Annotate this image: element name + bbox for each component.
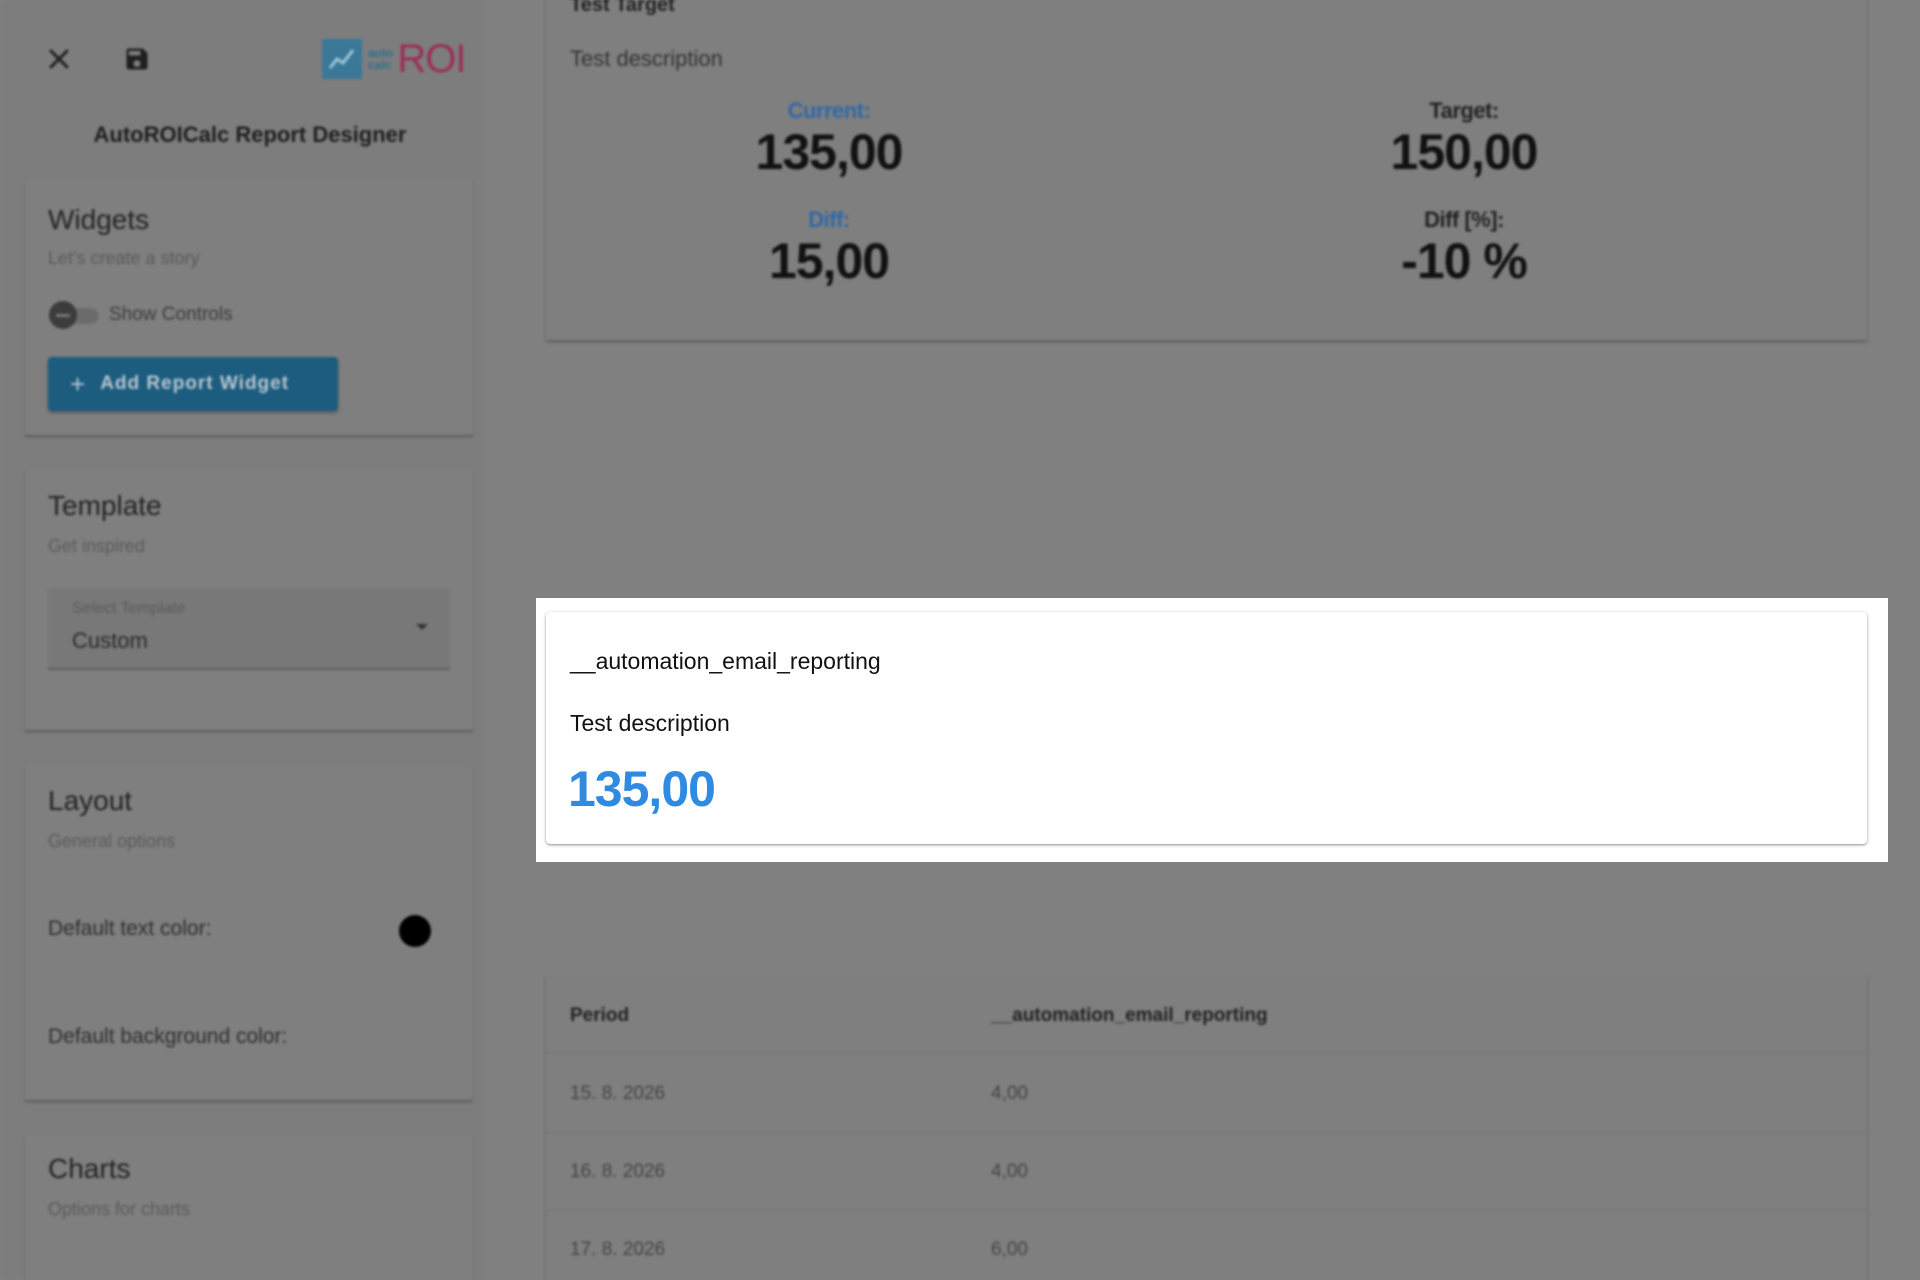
layout-title: Layout bbox=[48, 785, 133, 816]
current-metric: Current: 135,00 bbox=[669, 98, 989, 180]
table-header-row: Period __automation_email_reporting bbox=[546, 975, 1867, 1053]
layout-card: Layout General options Default text colo… bbox=[25, 765, 473, 1100]
table-widget[interactable]: Period __automation_email_reporting 15. … bbox=[546, 975, 1867, 1280]
diff-metric: Diff: 15,00 bbox=[669, 207, 989, 289]
table-cell-value: 4,00 bbox=[991, 1161, 1028, 1182]
show-controls-toggle[interactable] bbox=[47, 300, 103, 330]
table-cell-period: 16. 8. 2026 bbox=[570, 1161, 666, 1182]
logo-big-text: ROI bbox=[397, 36, 466, 81]
template-select-label: Select Template bbox=[72, 600, 186, 617]
default-text-color-swatch[interactable] bbox=[399, 915, 431, 947]
target-widget-title: Test Target bbox=[570, 0, 675, 16]
value-widget-value: 135,00 bbox=[568, 761, 716, 817]
charts-subtitle: Options for charts bbox=[48, 1199, 191, 1219]
table-cell-period: 17. 8. 2026 bbox=[570, 1239, 666, 1260]
diff-percent-label: Diff [%]: bbox=[1424, 207, 1504, 232]
target-widget[interactable]: Test Target Test description Current: 13… bbox=[546, 0, 1867, 340]
current-label: Current: bbox=[787, 98, 871, 123]
value-widget[interactable]: __automation_email_reporting Test descri… bbox=[546, 612, 1867, 844]
table-row: 17. 8. 2026 6,00 bbox=[546, 1211, 1867, 1280]
default-text-color-label: Default text color: bbox=[48, 917, 212, 940]
target-widget-description: Test description bbox=[570, 46, 723, 71]
target-label: Target: bbox=[1429, 98, 1499, 123]
sidebar-top-bar: auto calc ROI AutoROICalc Report Designe… bbox=[0, 0, 485, 147]
template-card: Template Get inspired Select Template Cu… bbox=[25, 470, 473, 730]
value-widget-title: __automation_email_reporting bbox=[570, 648, 881, 674]
show-controls-label: Show Controls bbox=[109, 304, 233, 325]
caret-down-icon bbox=[416, 624, 428, 630]
autoroicalc-logo: auto calc ROI bbox=[322, 36, 480, 81]
target-metric: Target: 150,00 bbox=[1304, 98, 1624, 180]
table-cell-period: 15. 8. 2026 bbox=[570, 1083, 666, 1104]
template-select[interactable]: Select Template Custom bbox=[48, 588, 450, 670]
widgets-card: Widgets Let's create a story Show Contro… bbox=[25, 180, 473, 435]
table-header-period: Period bbox=[570, 1005, 630, 1026]
save-icon[interactable] bbox=[120, 42, 154, 76]
diff-label: Diff: bbox=[808, 207, 850, 232]
toggle-knob bbox=[49, 301, 77, 329]
default-background-color-label: Default background color: bbox=[48, 1025, 288, 1048]
app-title: AutoROICalc Report Designer bbox=[93, 122, 407, 147]
add-report-widget-button[interactable]: + Add Report Widget bbox=[48, 357, 338, 411]
add-report-widget-label: Add Report Widget bbox=[100, 373, 290, 394]
table-cell-value: 4,00 bbox=[991, 1083, 1028, 1104]
template-title: Template bbox=[48, 490, 162, 521]
charts-card: Charts Options for charts bbox=[25, 1135, 473, 1280]
diff-percent-metric: Diff [%]: -10 % bbox=[1304, 207, 1624, 289]
plus-icon: + bbox=[70, 368, 87, 399]
logo-small-bottom: calc bbox=[368, 58, 392, 72]
value-widget-description: Test description bbox=[570, 710, 730, 736]
template-subtitle: Get inspired bbox=[48, 536, 146, 556]
table-row: 16. 8. 2026 4,00 bbox=[546, 1133, 1867, 1211]
close-icon[interactable] bbox=[42, 42, 76, 76]
layout-subtitle: General options bbox=[48, 831, 176, 851]
charts-title: Charts bbox=[48, 1153, 131, 1184]
widgets-title: Widgets bbox=[48, 204, 150, 235]
table-row: 15. 8. 2026 4,00 bbox=[546, 1055, 1867, 1133]
diff-percent-value: -10 % bbox=[1401, 233, 1528, 289]
designer-sidebar: auto calc ROI AutoROICalc Report Designe… bbox=[0, 0, 485, 1280]
chart-trend-icon bbox=[322, 39, 362, 79]
current-value: 135,00 bbox=[755, 124, 904, 180]
widgets-subtitle: Let's create a story bbox=[48, 248, 200, 268]
table-cell-value: 6,00 bbox=[991, 1239, 1028, 1260]
target-value: 150,00 bbox=[1390, 124, 1539, 180]
diff-value: 15,00 bbox=[768, 233, 890, 289]
logo-small-text: auto calc bbox=[368, 47, 393, 71]
template-select-value: Custom bbox=[72, 628, 148, 653]
table-header-metric: __automation_email_reporting bbox=[991, 1005, 1268, 1026]
